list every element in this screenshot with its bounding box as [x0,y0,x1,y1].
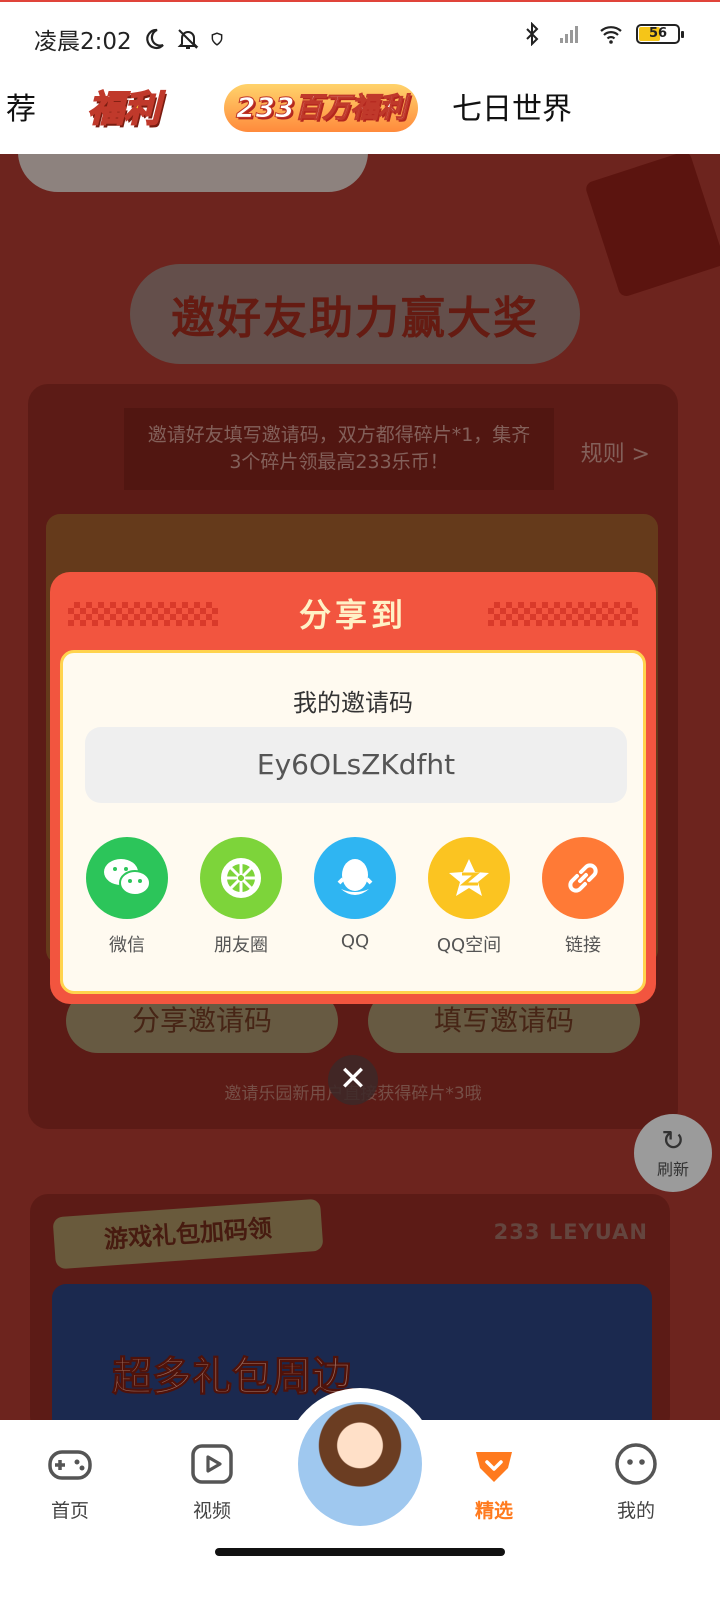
status-icons: 56 [520,22,684,46]
nav-video-label: 视频 [192,1500,231,1522]
share-link-label: 链接 [565,935,601,956]
nav-home-label: 首页 [50,1500,89,1522]
tab-welfare[interactable]: 福利 [87,80,161,132]
invite-code-value[interactable]: Ey6OLsZKdfht [85,727,627,803]
tab-233-welfare[interactable]: 233百万福利 [224,84,419,132]
avatar [298,1402,422,1526]
refresh-icon: ↻ [661,1124,685,1157]
refresh-button[interactable]: ↻ 刷新 [634,1114,712,1192]
share-moments-label: 朋友圈 [214,935,268,956]
close-modal-button[interactable]: ✕ [328,1055,378,1105]
home-indicator[interactable] [215,1548,505,1556]
nav-profile[interactable]: 我的 [586,1440,686,1523]
tab-recommend[interactable]: 荐 [6,84,36,128]
share-qq[interactable]: QQ [313,837,397,952]
wifi-icon [600,26,622,44]
share-qq-label: QQ [340,931,370,952]
refresh-label: 刷新 [656,1160,689,1179]
bluetooth-icon [526,22,539,46]
share-link[interactable]: 链接 [541,837,625,957]
profile-face-icon [615,1443,657,1485]
status-time: 凌晨2:02 [34,29,132,55]
nav-avatar[interactable] [284,1388,436,1540]
nav-video[interactable]: 视频 [162,1440,262,1523]
qzone-icon [428,837,510,919]
moments-icon [200,837,282,919]
nav-featured[interactable]: 精选 [444,1440,544,1523]
share-modal-title: 分享到 [298,596,407,634]
invite-code-label: 我的邀请码 [293,689,413,717]
featured-icon [476,1452,512,1482]
status-time-group: 凌晨2:02 [34,22,224,56]
nav-home[interactable]: 首页 [20,1440,120,1523]
share-moments[interactable]: 朋友圈 [199,837,283,957]
shield-small-icon [211,32,223,46]
nav-featured-label: 精选 [474,1500,513,1522]
qq-icon [314,837,396,919]
bell-off-icon [177,29,199,49]
signal-icon [560,26,578,43]
share-qzone-label: QQ空间 [436,935,502,956]
nav-profile-label: 我的 [616,1500,655,1522]
bottom-nav: 首页 视频 精选 我的 [0,1388,720,1600]
moon-icon [145,28,164,50]
share-qzone[interactable]: QQ空间 [427,837,511,957]
gamepad-icon [48,1450,92,1480]
wechat-icon [86,837,168,919]
battery-icon: 56 [636,24,684,44]
link-icon [542,837,624,919]
share-modal-body: 我的邀请码 Ey6OLsZKdfht 微信 朋友圈 QQ QQ空间 链接 [60,650,646,994]
share-wechat-label: 微信 [109,935,145,956]
share-wechat[interactable]: 微信 [85,837,169,957]
battery-level: 56 [648,26,668,41]
tab-seven-days-world[interactable]: 七日世界 [452,84,572,128]
video-play-icon [191,1444,233,1484]
status-bar: 凌晨2:02 56 [0,0,720,70]
share-modal: 分享到 我的邀请码 Ey6OLsZKdfht 微信 朋友圈 QQ QQ空间 链接 [50,572,656,1004]
top-tab-bar: 荐 福利 233百万福利 七日世界 [0,70,720,154]
